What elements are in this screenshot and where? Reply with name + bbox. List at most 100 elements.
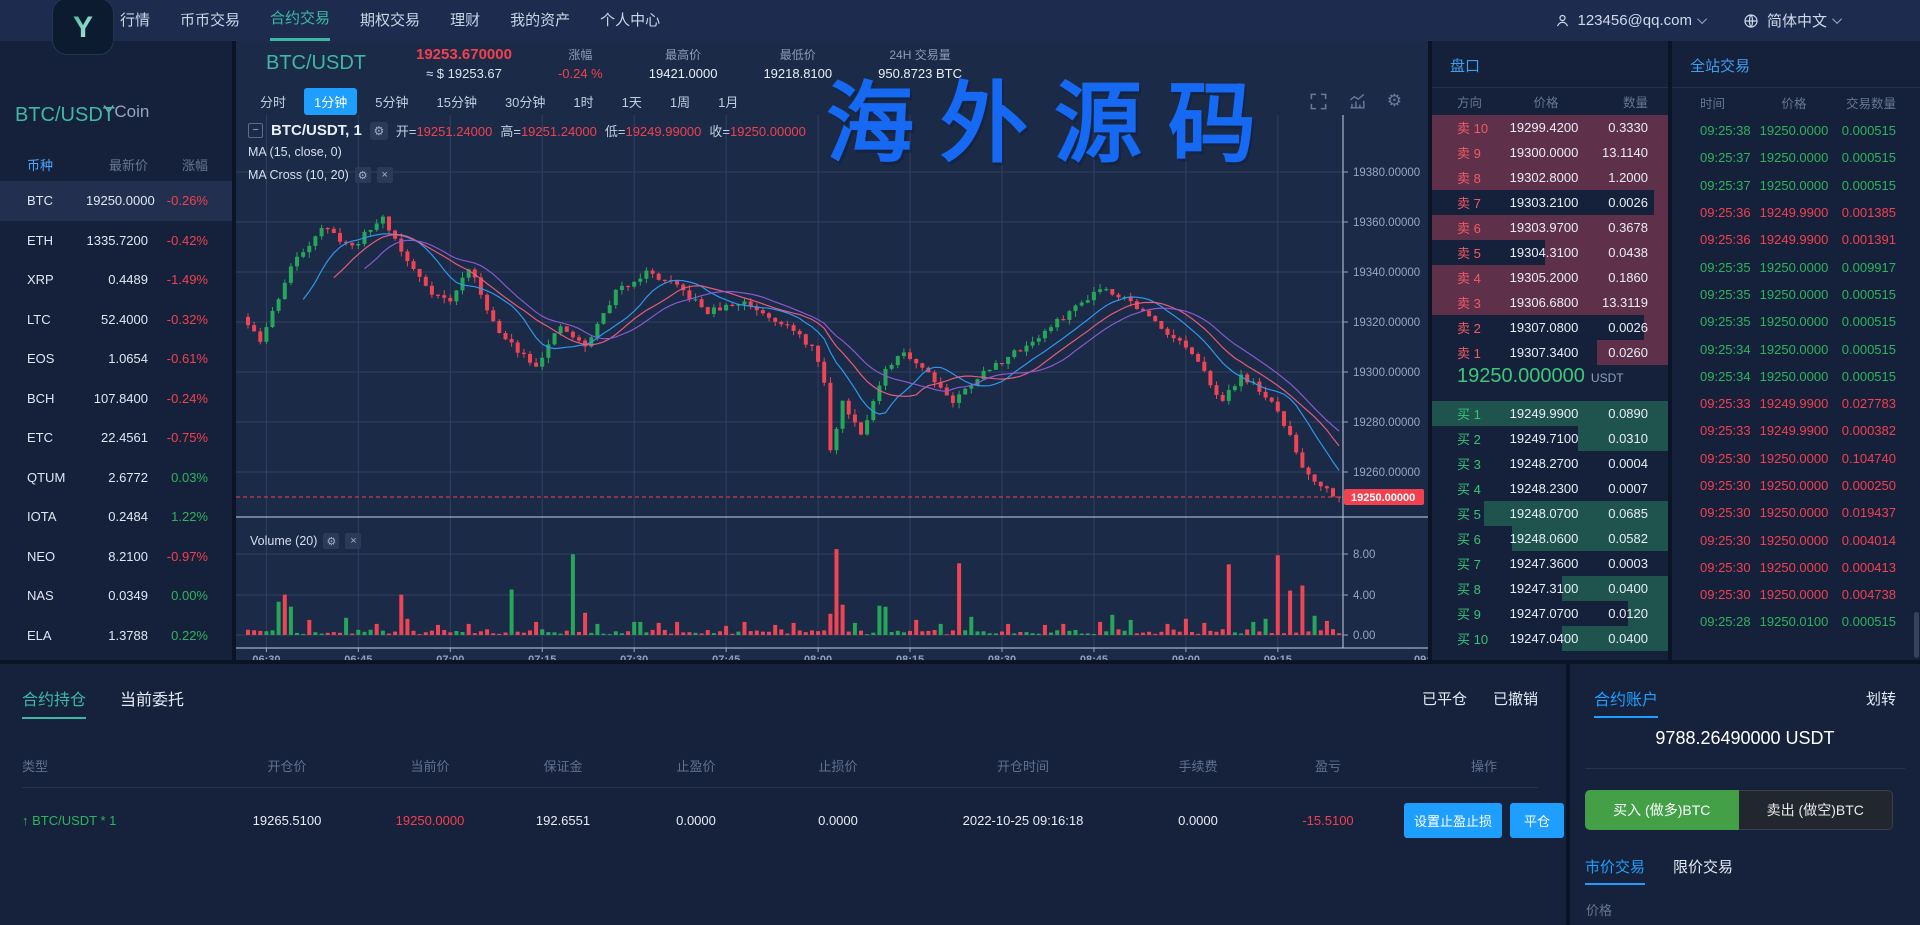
gear-icon[interactable]: ⚙ bbox=[1387, 91, 1402, 111]
coin-price: 19250.0000 bbox=[86, 193, 155, 209]
bid-row[interactable]: 买 7 19247.3600 0.0003 bbox=[1432, 551, 1668, 576]
logo-y-icon: Y bbox=[73, 11, 93, 44]
language-menu[interactable]: 简体中文 bbox=[1743, 10, 1843, 31]
nav-item[interactable]: 行情 bbox=[120, 0, 150, 41]
trade-time: 09:25:30 bbox=[1700, 587, 1751, 603]
bid-row[interactable]: 买 10 19247.0400 0.0400 bbox=[1432, 626, 1668, 651]
coin-row[interactable]: IOTA 0.2484 1.22% bbox=[0, 497, 232, 537]
bid-row[interactable]: 买 8 19247.3100 0.0400 bbox=[1432, 576, 1668, 601]
legend-collapse-icon[interactable]: − bbox=[248, 123, 263, 138]
trade-row: 09:25:38 19250.0000 0.000515 bbox=[1672, 117, 1920, 144]
order-amount: 0.0582 bbox=[1608, 531, 1648, 546]
coin-row[interactable]: BTC 19250.0000 -0.26% bbox=[0, 181, 232, 221]
bid-row[interactable]: 买 3 19248.2700 0.0004 bbox=[1432, 451, 1668, 476]
gear-icon[interactable]: ⚙ bbox=[369, 121, 388, 140]
ask-row[interactable]: 卖 8 19302.8000 1.2000 bbox=[1432, 165, 1668, 190]
ask-row[interactable]: 卖 6 19303.9700 0.3678 bbox=[1432, 215, 1668, 240]
trade-time: 09:25:37 bbox=[1700, 150, 1751, 166]
ask-row[interactable]: 卖 2 19307.0800 0.0026 bbox=[1432, 315, 1668, 340]
coin-header-change: 涨幅 bbox=[181, 157, 208, 173]
coin-row[interactable]: NEO 8.2100 -0.97% bbox=[0, 537, 232, 577]
ask-row[interactable]: 卖 4 19305.2000 0.1860 bbox=[1432, 265, 1668, 290]
ask-row[interactable]: 卖 10 19299.4200 0.3330 bbox=[1432, 115, 1668, 140]
coin-row[interactable]: NAS 0.0349 0.00% bbox=[0, 576, 232, 616]
ask-row[interactable]: 卖 7 19303.2100 0.0026 bbox=[1432, 190, 1668, 215]
fullscreen-icon[interactable] bbox=[1309, 92, 1328, 111]
ask-row[interactable]: 卖 9 19300.0000 13.1140 bbox=[1432, 140, 1668, 165]
coin-price: 1335.7200 bbox=[86, 232, 148, 248]
cancelled-orders-link[interactable]: 已撤销 bbox=[1493, 688, 1538, 709]
nav-item[interactable]: 币币交易 bbox=[180, 0, 240, 41]
gear-icon[interactable]: ⚙ bbox=[323, 533, 340, 549]
coin-row[interactable]: SNT0.02750.43% bbox=[0, 655, 232, 660]
side-label: 买 10 bbox=[1457, 632, 1489, 647]
indicator-icon[interactable] bbox=[1348, 92, 1367, 111]
trade-price: 19249.9900 bbox=[1759, 396, 1829, 412]
buy-long-button[interactable]: 买入 (做多)BTC bbox=[1585, 790, 1739, 830]
trade-row: 09:25:34 19250.0000 0.000515 bbox=[1672, 363, 1920, 390]
trade-amount: 0.019437 bbox=[1841, 505, 1896, 521]
ask-row[interactable]: 卖 3 19306.6800 13.3119 bbox=[1432, 290, 1668, 315]
nav-item[interactable]: 理财 bbox=[450, 0, 480, 41]
trade-time: 09:25:33 bbox=[1700, 396, 1751, 412]
bid-row[interactable]: 买 4 19248.2300 0.0007 bbox=[1432, 476, 1668, 501]
trade-amount: 0.027783 bbox=[1841, 396, 1896, 412]
coin-row[interactable]: LTC 52.4000 -0.32% bbox=[0, 300, 232, 340]
coin-row[interactable]: ELA 1.3788 0.22% bbox=[0, 616, 232, 656]
transfer-link[interactable]: 划转 bbox=[1866, 688, 1896, 709]
close-icon[interactable]: × bbox=[345, 533, 362, 549]
ask-row[interactable]: 卖 1 19307.3400 0.0260 bbox=[1432, 340, 1668, 365]
trade-amount: 0.001385 bbox=[1841, 205, 1896, 221]
nav-item[interactable]: 合约交易 bbox=[270, 0, 331, 41]
order-price: 19248.2300 bbox=[1509, 481, 1579, 496]
order-price: 19307.0800 bbox=[1509, 320, 1579, 335]
coin-row[interactable]: ETH 1335.7200 -0.42% bbox=[0, 221, 232, 261]
trade-amount: 0.104740 bbox=[1841, 450, 1896, 466]
positions-tab[interactable]: 当前委托 bbox=[120, 686, 184, 719]
coin-row[interactable]: QTUM 2.6772 0.03% bbox=[0, 458, 232, 498]
ask-row[interactable]: 卖 5 19304.3100 0.0438 bbox=[1432, 240, 1668, 265]
svg-text:09:00: 09:00 bbox=[1172, 654, 1200, 660]
order-amount: 0.0438 bbox=[1608, 245, 1648, 260]
coin-row[interactable]: BCH 107.8400 -0.24% bbox=[0, 379, 232, 419]
coin-symbol: IOTA bbox=[27, 509, 57, 525]
order-type-tab[interactable]: 市价交易 bbox=[1585, 856, 1646, 885]
coin-change: -0.32% bbox=[166, 311, 208, 327]
chevron-down-icon bbox=[1832, 14, 1843, 25]
nav-item[interactable]: 期权交易 bbox=[360, 0, 420, 41]
order-type-tab[interactable]: 限价交易 bbox=[1673, 856, 1733, 885]
side-label: 卖 1 bbox=[1457, 346, 1481, 361]
close-position-button[interactable]: 平仓 bbox=[1510, 802, 1565, 838]
open-price: 19265.5100 bbox=[252, 812, 322, 828]
bid-row[interactable]: 买 1 19249.9900 0.0890 bbox=[1432, 401, 1668, 426]
coin-header-symbol: 币种 bbox=[27, 157, 54, 173]
coin-change: 1.22% bbox=[171, 509, 208, 525]
bid-row[interactable]: 买 6 19248.0600 0.0582 bbox=[1432, 526, 1668, 551]
trade-row: 09:25:35 19250.0000 0.000515 bbox=[1672, 308, 1920, 335]
user-account-menu[interactable]: 123456@qq.com bbox=[1555, 12, 1708, 29]
bid-row[interactable]: 买 9 19247.0700 0.0120 bbox=[1432, 601, 1668, 626]
nav-item[interactable]: 个人中心 bbox=[600, 0, 660, 41]
gear-icon[interactable]: ⚙ bbox=[354, 167, 371, 183]
bid-row[interactable]: 买 2 19249.7100 0.0310 bbox=[1432, 426, 1668, 451]
bid-row[interactable]: 买 5 19248.0700 0.0685 bbox=[1432, 501, 1668, 526]
sell-short-button[interactable]: 卖出 (做空)BTC bbox=[1738, 790, 1893, 830]
coin-row[interactable]: ETC 22.4561 -0.75% bbox=[0, 418, 232, 458]
coin-price: 22.4561 bbox=[101, 430, 148, 446]
account-tab[interactable]: 合约账户 bbox=[1594, 686, 1659, 718]
nav-item[interactable]: 我的资产 bbox=[510, 0, 570, 41]
order-price: 19303.9700 bbox=[1509, 220, 1579, 235]
coin-change: 0.03% bbox=[171, 469, 208, 485]
closed-positions-link[interactable]: 已平仓 bbox=[1422, 688, 1467, 709]
coin-row[interactable]: XRP 0.4489 -1.49% bbox=[0, 260, 232, 300]
set-tp-sl-button[interactable]: 设置止盈止损 bbox=[1403, 802, 1502, 838]
positions-tab[interactable]: 合约持仓 bbox=[22, 686, 87, 719]
close-icon[interactable]: × bbox=[376, 167, 393, 183]
chart-panel: BTC/USDT 19253.670000 ≈ $ 19253.67 涨幅 -0… bbox=[236, 41, 1428, 660]
order-amount: 0.0685 bbox=[1608, 506, 1648, 521]
scrollbar-thumb[interactable] bbox=[1914, 612, 1919, 658]
svg-text:19280.00000: 19280.00000 bbox=[1353, 417, 1420, 429]
trade-time: 09:25:30 bbox=[1700, 559, 1751, 575]
coin-row[interactable]: EOS 1.0654 -0.61% bbox=[0, 339, 232, 379]
brand-logo-icon[interactable]: Y bbox=[52, 0, 114, 55]
